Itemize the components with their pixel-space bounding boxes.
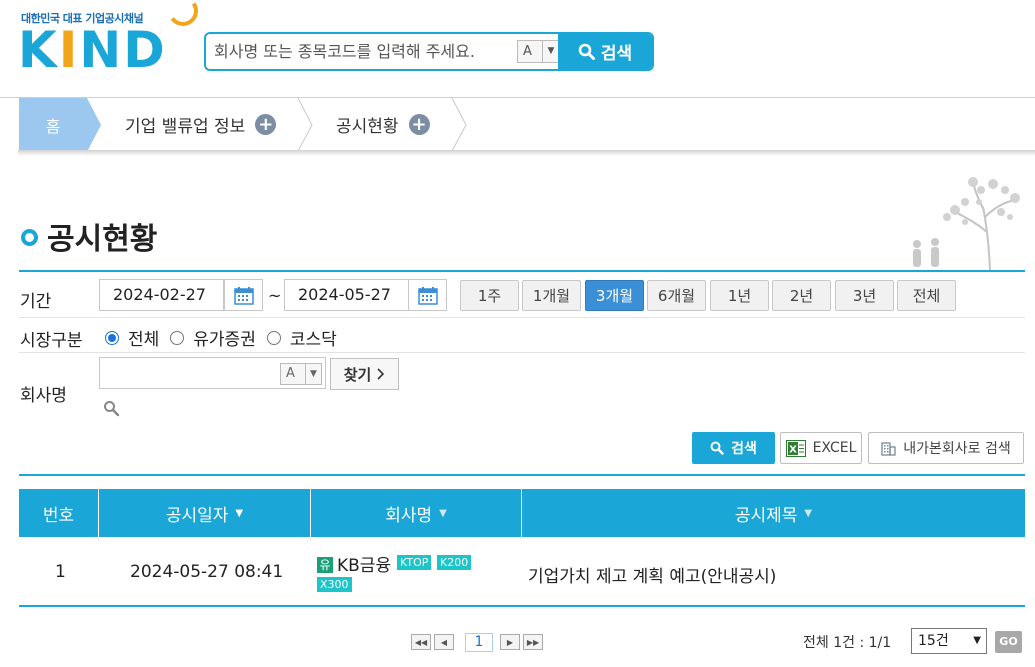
calendar-icon xyxy=(417,286,438,305)
search-icon xyxy=(710,441,724,455)
svg-text:X: X xyxy=(789,444,797,455)
period-1year-button[interactable]: 1년 xyxy=(710,280,769,311)
period-3month-button[interactable]: 3개월 xyxy=(585,280,644,311)
table-bottom-line xyxy=(19,605,1025,607)
end-date-input[interactable]: 2024-05-27 xyxy=(284,279,409,311)
breadcrumb-separator-icon xyxy=(297,98,313,151)
current-page[interactable]: 1 xyxy=(465,633,493,652)
logo-arc-icon xyxy=(165,0,201,29)
search-font-select[interactable]: A ▼ xyxy=(517,40,559,63)
company-label: 회사명 xyxy=(20,386,67,406)
row-divider xyxy=(19,317,1025,318)
calendar-icon xyxy=(233,286,254,305)
breadcrumb: 홈 기업 밸류업 정보 + 공시현황 + xyxy=(0,97,1035,153)
period-6month-button[interactable]: 6개월 xyxy=(647,280,706,311)
prev-page-button[interactable]: ◀ xyxy=(434,634,454,650)
start-date-input[interactable]: 2024-02-27 xyxy=(99,279,224,311)
row-divider xyxy=(19,352,1025,353)
breadcrumb-home[interactable]: 홈 xyxy=(19,98,87,151)
table-top-line xyxy=(19,474,1025,476)
market-label: 시장구분 xyxy=(20,331,83,351)
kind-logo[interactable]: 대한민국 대표 기업공시채널 KIND xyxy=(18,0,201,79)
market-radio-all[interactable] xyxy=(105,330,119,345)
page-title: 공시현황 xyxy=(47,222,158,257)
title-divider xyxy=(19,270,1025,272)
row-company[interactable]: 유 KB금융 xyxy=(317,551,391,576)
period-2year-button[interactable]: 2년 xyxy=(772,280,831,311)
magnifier-icon[interactable] xyxy=(103,400,120,417)
my-company-search-button[interactable]: 내가본회사로 검색 xyxy=(868,432,1024,464)
row-date: 2024-05-27 08:41 xyxy=(130,562,284,582)
row-number: 1 xyxy=(55,562,66,582)
period-label: 기간 xyxy=(20,292,52,312)
last-page-button[interactable]: ▶▶ xyxy=(523,634,543,650)
chevron-down-icon: ▼ xyxy=(542,41,559,62)
sort-down-icon[interactable]: ▼ xyxy=(235,508,243,519)
page-size-select[interactable]: 15건 ▼ xyxy=(911,628,987,654)
period-1month-button[interactable]: 1개월 xyxy=(522,280,581,311)
search-button[interactable]: 검색 xyxy=(692,432,775,464)
company-search-input[interactable] xyxy=(104,358,274,388)
period-all-button[interactable]: 전체 xyxy=(897,280,956,311)
breadcrumb-separator-icon xyxy=(451,98,467,151)
breadcrumb-item-disclosure[interactable]: 공시현황 + xyxy=(336,98,430,151)
period-1week-button[interactable]: 1주 xyxy=(460,280,519,311)
market-radio-kospi[interactable] xyxy=(170,330,185,345)
tree-people-illustration xyxy=(913,177,1020,271)
main-search-box: A ▼ 검색 xyxy=(204,32,654,71)
next-page-button[interactable]: ▶ xyxy=(500,634,520,650)
period-3year-button[interactable]: 3년 xyxy=(835,280,894,311)
excel-button[interactable]: X EXCEL xyxy=(780,432,862,464)
go-button[interactable]: GO xyxy=(995,631,1022,653)
main-search-button[interactable]: 검색 xyxy=(558,34,652,69)
plus-circle-icon[interactable]: + xyxy=(255,114,277,135)
sort-down-icon[interactable]: ▼ xyxy=(804,508,812,519)
market-radio-kosdaq[interactable] xyxy=(266,330,281,345)
find-button[interactable]: 찾기 xyxy=(330,358,399,390)
chevron-right-icon xyxy=(377,368,385,380)
column-header-date[interactable]: 공시일자 ▼ xyxy=(99,489,311,537)
main-search-input[interactable] xyxy=(212,34,512,69)
table-header: 번호 공시일자 ▼ 회사명 ▼ 공시제목 ▼ xyxy=(19,489,1025,537)
excel-icon: X xyxy=(785,439,806,457)
breadcrumb-item-valueup[interactable]: 기업 밸류업 정보 + xyxy=(125,98,277,151)
index-tag-k200: K200 xyxy=(437,555,472,570)
column-header-title[interactable]: 공시제목 ▼ xyxy=(522,489,1025,537)
company-name-link[interactable]: KB금융 xyxy=(337,556,391,576)
breadcrumb-home-arrow xyxy=(87,98,101,152)
first-page-button[interactable]: ◀◀ xyxy=(411,634,431,650)
sort-down-icon[interactable]: ▼ xyxy=(439,508,447,519)
logo-wordmark: KIND xyxy=(18,21,167,79)
column-header-number: 번호 xyxy=(19,489,99,537)
plus-circle-icon[interactable]: + xyxy=(408,114,430,135)
title-bullet-icon xyxy=(21,229,38,246)
chevron-down-icon: ▼ xyxy=(305,364,321,384)
total-count: 전체 1건 : 1/1 xyxy=(803,635,892,651)
date-range-separator: ~ xyxy=(268,286,282,305)
market-badge: 유 xyxy=(317,557,333,573)
disclosure-title-link[interactable]: 기업가치 제고 계획 예고(안내공시) xyxy=(528,562,776,587)
column-header-company[interactable]: 회사명 ▼ xyxy=(311,489,522,537)
building-icon xyxy=(881,441,896,456)
start-calendar-button[interactable] xyxy=(224,279,263,311)
market-radio-group: 전체 유가증권 코스닥 xyxy=(105,325,348,350)
index-tag-ktop: KTOP xyxy=(397,555,432,570)
search-icon xyxy=(578,43,595,60)
end-calendar-button[interactable] xyxy=(408,279,447,311)
company-font-select[interactable]: A ▼ xyxy=(280,363,322,385)
index-tag-x300: X300 xyxy=(317,577,352,592)
chevron-down-icon: ▼ xyxy=(973,635,981,646)
company-search-box: A ▼ xyxy=(99,357,326,389)
breadcrumb-shadow xyxy=(18,150,1035,156)
